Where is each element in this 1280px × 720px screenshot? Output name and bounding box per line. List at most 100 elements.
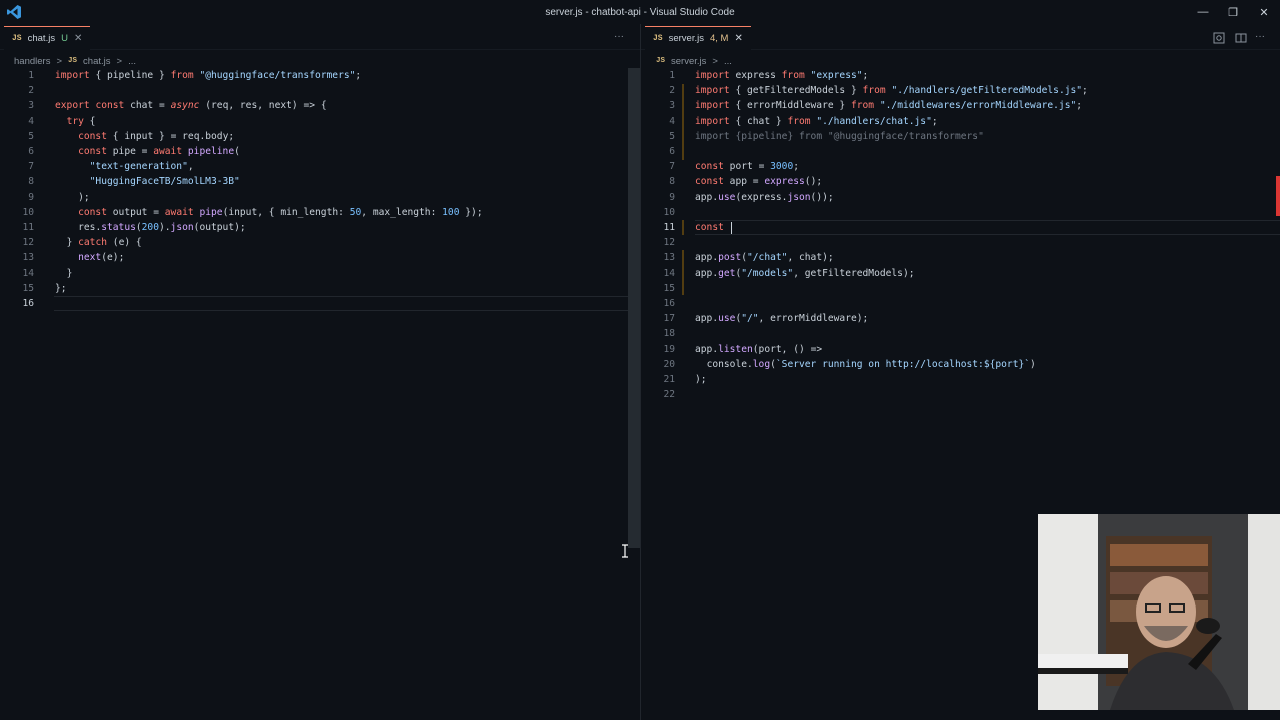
code-line[interactable]: 22 bbox=[641, 387, 1280, 402]
code-line[interactable]: 21); bbox=[641, 372, 1280, 387]
close-window-button[interactable]: ✕ bbox=[1249, 3, 1279, 21]
tab-status: U bbox=[61, 33, 68, 44]
more-actions-icon[interactable]: ··· bbox=[614, 31, 624, 42]
breadcrumb-right: JS server.js > ... bbox=[656, 54, 732, 68]
scrollbar[interactable] bbox=[628, 68, 640, 548]
code-text: const output = await pipe(input, { min_l… bbox=[78, 206, 483, 218]
line-number: 14 bbox=[663, 267, 675, 279]
code-line[interactable]: 16 bbox=[641, 296, 1280, 311]
right-tab-bar: JS server.js 4, M ✕ ··· bbox=[641, 26, 1280, 50]
code-text: ); bbox=[78, 191, 90, 203]
code-text: "text-generation", bbox=[89, 161, 194, 173]
code-line[interactable]: 5 import {pipeline} from "@huggingface/tr… bbox=[641, 129, 1280, 144]
code-line[interactable]: 15 bbox=[641, 281, 1280, 296]
close-icon[interactable]: ✕ bbox=[734, 33, 742, 44]
code-line[interactable]: 11 const bbox=[641, 220, 1280, 235]
line-number: 16 bbox=[663, 298, 675, 309]
line-number: 1 bbox=[669, 70, 675, 81]
code-line[interactable]: 1 import express from "express"; bbox=[641, 68, 1280, 83]
code-line[interactable]: 9 ); bbox=[0, 190, 628, 205]
line-number: 9 bbox=[669, 191, 675, 203]
line-number: 10 bbox=[663, 206, 675, 218]
breadcrumb-separator: > bbox=[56, 55, 63, 67]
line-number: 9 bbox=[28, 191, 34, 203]
code-line[interactable]: 14 app.get("/models", getFilteredModels); bbox=[641, 266, 1280, 281]
line-number: 11 bbox=[663, 222, 675, 233]
line-number: 19 bbox=[663, 343, 675, 355]
line-number: 10 bbox=[22, 206, 34, 218]
code-line[interactable]: 6 bbox=[641, 144, 1280, 159]
code-line[interactable]: 12 } catch (e) { bbox=[0, 235, 628, 250]
line-number: 21 bbox=[663, 374, 675, 385]
line-number: 13 bbox=[663, 252, 675, 264]
code-line[interactable]: 8 "HuggingFaceTB/SmolLM3-3B" bbox=[0, 174, 628, 189]
code-line[interactable]: 8 const app = express(); bbox=[641, 174, 1280, 189]
overview-ruler-error bbox=[1276, 176, 1280, 216]
code-line[interactable]: 20 console.log(`Server running on http:/… bbox=[641, 357, 1280, 372]
code-text: "HuggingFaceTB/SmolLM3-3B" bbox=[89, 176, 240, 188]
minimize-button[interactable]: — bbox=[1188, 3, 1218, 21]
code-line[interactable]: 13 next(e); bbox=[0, 250, 628, 265]
code-text: const pipe = await pipeline( bbox=[78, 146, 240, 157]
breadcrumb-symbol[interactable]: ... bbox=[128, 56, 136, 67]
code-line[interactable]: 16 bbox=[0, 296, 628, 311]
code-text: res.status(200).json(output); bbox=[78, 222, 246, 233]
code-line[interactable]: 10 bbox=[641, 205, 1280, 220]
breadcrumb-file[interactable]: chat.js bbox=[83, 56, 110, 67]
line-number: 15 bbox=[663, 282, 675, 294]
code-line[interactable]: 4 try { bbox=[0, 114, 628, 129]
line-number: 6 bbox=[28, 146, 34, 157]
code-line[interactable]: 11 res.status(200).json(output); bbox=[0, 220, 628, 235]
code-text: app.post("/chat", chat); bbox=[695, 252, 834, 264]
code-text: console.log(`Server running on http://lo… bbox=[706, 358, 1036, 370]
breadcrumb-file[interactable]: server.js bbox=[671, 56, 706, 67]
javascript-file-icon: JS bbox=[653, 34, 663, 43]
code-text: const port = 3000; bbox=[695, 161, 800, 173]
breadcrumb-symbol[interactable]: ... bbox=[724, 56, 732, 67]
line-number: 14 bbox=[22, 267, 34, 279]
code-line[interactable]: 14 } bbox=[0, 266, 628, 281]
code-line[interactable]: 3 export const chat = async (req, res, ne… bbox=[0, 98, 628, 113]
code-text: import { pipeline } from "@huggingface/t… bbox=[55, 70, 362, 81]
code-line[interactable]: 17 app.use("/", errorMiddleware); bbox=[641, 311, 1280, 326]
code-line[interactable]: 7 "text-generation", bbox=[0, 159, 628, 174]
split-editor-icon[interactable] bbox=[1235, 32, 1247, 44]
javascript-file-icon: JS bbox=[12, 34, 22, 43]
code-line[interactable]: 10 const output = await pipe(input, { mi… bbox=[0, 205, 628, 220]
code-line[interactable]: 12 bbox=[641, 235, 1280, 250]
line-number: 7 bbox=[669, 161, 675, 173]
tab-status: 4, M bbox=[709, 33, 729, 44]
maximize-button[interactable]: ❐ bbox=[1218, 3, 1248, 21]
webcam-overlay bbox=[1038, 514, 1280, 710]
tab-chat-js[interactable]: JS chat.js U ✕ bbox=[4, 26, 91, 50]
code-line[interactable]: 2 import { getFilteredModels } from "./ha… bbox=[641, 83, 1280, 98]
breadcrumb-folder[interactable]: handlers bbox=[14, 56, 50, 67]
code-line[interactable]: 5 const { input } = req.body; bbox=[0, 129, 628, 144]
line-number: 13 bbox=[22, 252, 34, 264]
code-text: next(e); bbox=[78, 252, 125, 264]
code-line[interactable]: 13 app.post("/chat", chat); bbox=[641, 250, 1280, 265]
close-icon[interactable]: ✕ bbox=[74, 33, 82, 44]
code-line[interactable]: 6 const pipe = await pipeline( bbox=[0, 144, 628, 159]
breadcrumb-left: handlers > JS chat.js > ... bbox=[14, 54, 136, 68]
more-actions-icon[interactable]: ··· bbox=[1255, 31, 1265, 42]
code-line[interactable]: 15}; bbox=[0, 281, 628, 296]
tab-label: chat.js bbox=[27, 33, 56, 44]
search-icon[interactable] bbox=[1213, 32, 1225, 44]
code-line[interactable]: 2 bbox=[0, 83, 628, 98]
line-number: 17 bbox=[663, 313, 675, 325]
code-line[interactable]: 3 import { errorMiddleware } from "./midd… bbox=[641, 98, 1280, 113]
line-number: 3 bbox=[28, 100, 34, 112]
code-text: import express from "express"; bbox=[695, 70, 869, 81]
code-line[interactable]: 19 app.listen(port, () => bbox=[641, 342, 1280, 357]
code-line[interactable]: 1 import { pipeline } from "@huggingface/… bbox=[0, 68, 628, 83]
tab-server-js[interactable]: JS server.js 4, M ✕ bbox=[645, 26, 751, 50]
window-title: server.js - chatbot-api - Visual Studio … bbox=[545, 7, 735, 18]
code-line[interactable]: 7 const port = 3000; bbox=[641, 159, 1280, 174]
code-line[interactable]: 9 app.use(express.json()); bbox=[641, 190, 1280, 205]
code-line[interactable]: 4 import { chat } from "./handlers/chat.j… bbox=[641, 114, 1280, 129]
code-line[interactable]: 18 bbox=[641, 326, 1280, 341]
code-text: } catch (e) { bbox=[66, 237, 142, 249]
editor-chat-js[interactable]: 1 import { pipeline } from "@huggingface/… bbox=[0, 68, 628, 720]
code-text: app.use(express.json()); bbox=[695, 191, 834, 203]
